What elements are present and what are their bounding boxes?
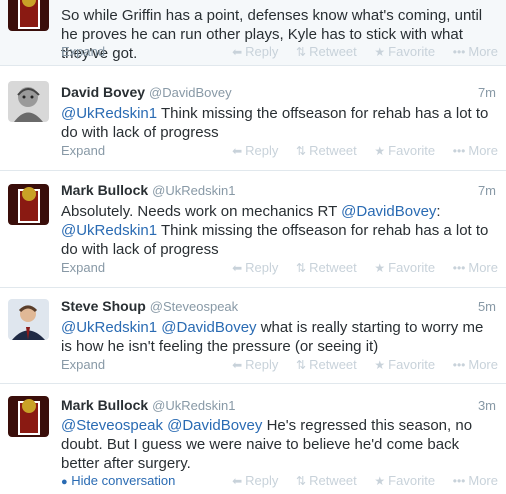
tweet-text: @UkRedskin1 Think missing the offseason … xyxy=(61,105,489,141)
tweet-header: David Bovey @DavidBovey xyxy=(61,84,232,100)
author-name[interactable]: Steve Shoup xyxy=(61,298,146,314)
tweet-1[interactable]: So while Griffin has a point, defenses k… xyxy=(0,0,506,66)
retweet-icon: ⇅ xyxy=(296,358,307,372)
mention-link[interactable]: @UkRedskin1 xyxy=(61,105,157,122)
author-handle[interactable]: @UkRedskin1 xyxy=(152,183,235,198)
favorite-button[interactable]: ★ Favorite xyxy=(374,357,435,372)
more-button[interactable]: ••• More xyxy=(453,143,498,158)
ellipsis-icon: ••• xyxy=(452,261,466,275)
tweet-text: @Steveospeak @DavidBovey He's regressed … xyxy=(61,417,473,472)
reply-button[interactable]: ⬅ Reply xyxy=(232,473,278,488)
tweet-timestamp[interactable]: 3m xyxy=(478,398,496,413)
favorite-button[interactable]: ★ Favorite xyxy=(374,473,435,488)
reply-arrow-icon: ⬅ xyxy=(232,358,243,372)
ellipsis-icon: ••• xyxy=(452,45,466,59)
retweet-button[interactable]: ⇅ Retweet xyxy=(296,44,357,59)
reply-button[interactable]: ⬅ Reply xyxy=(232,44,278,59)
author-handle[interactable]: @UkRedskin1 xyxy=(152,398,235,413)
retweet-button[interactable]: ⇅ Retweet xyxy=(296,357,357,372)
avatar-mark-bullock[interactable] xyxy=(8,396,49,437)
star-icon: ★ xyxy=(374,474,386,488)
reply-button[interactable]: ⬅ Reply xyxy=(232,260,278,275)
more-button[interactable]: ••• More xyxy=(453,357,498,372)
expand-link[interactable]: Expand xyxy=(61,260,105,275)
author-name[interactable]: Mark Bullock xyxy=(61,397,148,413)
avatar-mark-bullock[interactable] xyxy=(8,184,49,225)
tweet-2[interactable]: David Bovey @DavidBovey 7m @UkRedskin1 Th… xyxy=(0,66,506,171)
star-icon: ★ xyxy=(374,45,386,59)
tweet-timestamp[interactable]: 7m xyxy=(478,85,496,100)
expand-link[interactable]: Expand xyxy=(61,357,105,372)
reply-arrow-icon: ⬅ xyxy=(232,144,243,158)
ellipsis-icon: ••• xyxy=(452,358,466,372)
tweet-text: @UkRedskin1 @DavidBovey what is really s… xyxy=(61,319,484,355)
retweet-button[interactable]: ⇅ Retweet xyxy=(296,143,357,158)
more-button[interactable]: ••• More xyxy=(453,44,498,59)
tweet-text: Absolutely. Needs work on mechanics RT @… xyxy=(61,203,489,258)
retweet-button[interactable]: ⇅ Retweet xyxy=(296,260,357,275)
tweet-5[interactable]: Mark Bullock @UkRedskin1 3m @Steveospeak … xyxy=(0,384,506,494)
retweet-icon: ⇅ xyxy=(296,474,307,488)
reply-arrow-icon: ⬅ xyxy=(232,45,243,59)
reply-button[interactable]: ⬅ Reply xyxy=(232,357,278,372)
favorite-button[interactable]: ★ Favorite xyxy=(374,260,435,275)
expand-link[interactable]: Expand xyxy=(61,44,105,59)
expand-link[interactable]: Expand xyxy=(61,143,105,158)
mention-link[interactable]: @DavidBovey xyxy=(341,203,436,220)
more-button[interactable]: ••• More xyxy=(453,260,498,275)
hide-conversation-link[interactable]: ● Hide conversation xyxy=(61,473,175,488)
tweet-actions: ⬅ Reply ⇅ Retweet ★ Favorite ••• More xyxy=(218,260,498,275)
tweet-actions: ⬅ Reply ⇅ Retweet ★ Favorite ••• More xyxy=(218,44,498,59)
retweet-icon: ⇅ xyxy=(296,261,307,275)
tweet-timestamp[interactable]: 5m xyxy=(478,299,496,314)
reply-arrow-icon: ⬅ xyxy=(232,261,243,275)
speech-bubble-icon: ● xyxy=(61,476,68,488)
tweet-timestamp[interactable]: 7m xyxy=(478,183,496,198)
avatar-steve-shoup[interactable] xyxy=(8,299,49,340)
favorite-button[interactable]: ★ Favorite xyxy=(374,44,435,59)
favorite-button[interactable]: ★ Favorite xyxy=(374,143,435,158)
author-handle[interactable]: @Steveospeak xyxy=(150,299,238,314)
mention-link[interactable]: @UkRedskin1 xyxy=(61,319,157,336)
mention-link[interactable]: @UkRedskin1 xyxy=(61,222,157,239)
tweet-3[interactable]: Mark Bullock @UkRedskin1 7m Absolutely. N… xyxy=(0,171,506,288)
mention-link[interactable]: @DavidBovey xyxy=(161,319,256,336)
tweet-actions: ⬅ Reply ⇅ Retweet ★ Favorite ••• More xyxy=(218,473,498,488)
tweet-actions: ⬅ Reply ⇅ Retweet ★ Favorite ••• More xyxy=(218,357,498,372)
tweet-actions: ⬅ Reply ⇅ Retweet ★ Favorite ••• More xyxy=(218,143,498,158)
mention-link[interactable]: @Steveospeak xyxy=(61,417,163,434)
star-icon: ★ xyxy=(374,144,386,158)
reply-arrow-icon: ⬅ xyxy=(232,474,243,488)
avatar-david-bovey[interactable] xyxy=(8,81,49,122)
author-handle[interactable]: @DavidBovey xyxy=(149,85,232,100)
mention-link[interactable]: @DavidBovey xyxy=(167,417,262,434)
conversation-feed: So while Griffin has a point, defenses k… xyxy=(0,0,506,494)
author-name[interactable]: Mark Bullock xyxy=(61,182,148,198)
retweet-icon: ⇅ xyxy=(296,144,307,158)
author-name[interactable]: David Bovey xyxy=(61,84,145,100)
star-icon: ★ xyxy=(374,358,386,372)
retweet-button[interactable]: ⇅ Retweet xyxy=(296,473,357,488)
tweet-header: Steve Shoup @Steveospeak xyxy=(61,298,238,314)
star-icon: ★ xyxy=(374,261,386,275)
tweet-4[interactable]: Steve Shoup @Steveospeak 5m @UkRedskin1 @… xyxy=(0,288,506,384)
more-button[interactable]: ••• More xyxy=(453,473,498,488)
ellipsis-icon: ••• xyxy=(452,474,466,488)
ellipsis-icon: ••• xyxy=(452,144,466,158)
avatar-mark-bullock[interactable] xyxy=(8,0,49,31)
retweet-icon: ⇅ xyxy=(296,45,307,59)
tweet-header: Mark Bullock @UkRedskin1 xyxy=(61,397,235,413)
reply-button[interactable]: ⬅ Reply xyxy=(232,143,278,158)
tweet-header: Mark Bullock @UkRedskin1 xyxy=(61,182,235,198)
